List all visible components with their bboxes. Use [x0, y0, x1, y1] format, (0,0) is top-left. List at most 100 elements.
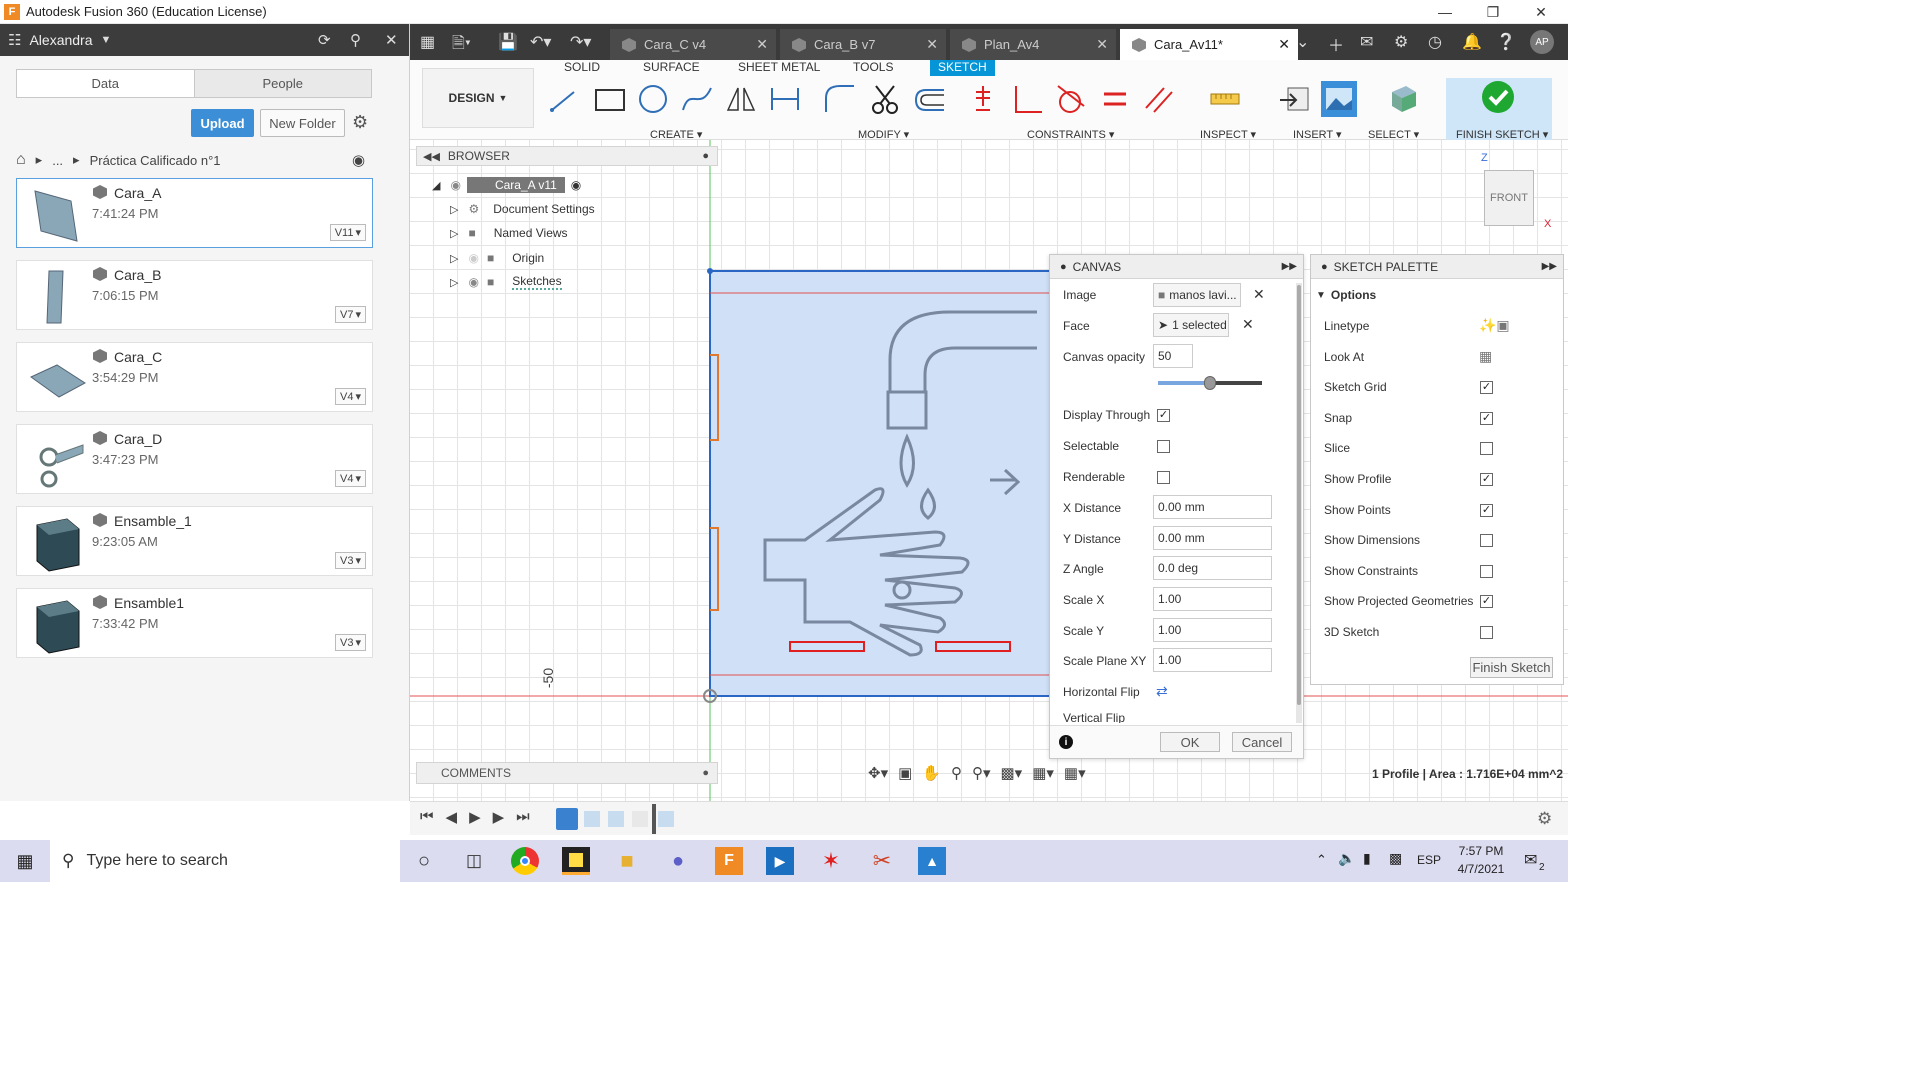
tab-sketch[interactable]: SKETCH	[930, 60, 995, 76]
dialog-scrollbar[interactable]	[1296, 283, 1302, 723]
version-badge[interactable]: V7 ▾	[335, 306, 366, 323]
expand-palette-icon[interactable]: ▶▶	[1542, 261, 1557, 272]
settings-gear-icon[interactable]: ⚙	[352, 112, 368, 133]
select-icon[interactable]	[1386, 82, 1420, 116]
palette-option-checkbox[interactable]	[1480, 534, 1493, 548]
volume-icon[interactable]: 🔈	[1338, 850, 1355, 867]
fit-icon[interactable]: ⚲▾	[972, 764, 991, 784]
comments-panel[interactable]: COMMENTS ●	[416, 762, 718, 784]
palette-option-checkbox[interactable]: ✓	[1480, 503, 1493, 517]
refresh-icon[interactable]: ⟳	[318, 31, 331, 49]
x-distance-input[interactable]: 0.00 mm	[1153, 495, 1272, 519]
palette-option-checkbox[interactable]	[1480, 442, 1493, 456]
tab-people[interactable]: People	[194, 70, 371, 97]
zoom-icon[interactable]: ⚲	[951, 764, 962, 784]
add-comment-icon[interactable]: ●	[702, 767, 709, 779]
action-center-icon[interactable]: ✉	[1524, 850, 1537, 870]
search-icon[interactable]: ⚲	[350, 31, 361, 49]
browser-item[interactable]: ▷ ■ Named Views	[450, 223, 568, 243]
fillet-tool-icon[interactable]	[822, 82, 856, 116]
timeline-feature[interactable]	[632, 811, 648, 827]
spline-tool-icon[interactable]	[680, 82, 714, 116]
parallel-constraint-icon[interactable]	[1142, 82, 1176, 116]
breadcrumb-ellipsis[interactable]: ...	[52, 153, 63, 168]
clear-face-icon[interactable]: ✕	[1242, 316, 1254, 333]
trim-scissors-icon[interactable]	[868, 82, 902, 116]
version-badge[interactable]: V4 ▾	[335, 470, 366, 487]
play-icon[interactable]: ▶	[469, 808, 481, 826]
file-card[interactable]: Cara_C 3:54:29 PM V4 ▾	[16, 342, 373, 412]
timeline-feature[interactable]	[608, 811, 624, 827]
display-settings-icon[interactable]: ▩▾	[1001, 764, 1023, 784]
pan-icon[interactable]: ✋	[922, 764, 941, 784]
horizontal-flip-icon[interactable]: ⇄	[1156, 683, 1168, 700]
linetype-icon[interactable]: ✨▣	[1479, 317, 1510, 334]
tab-cara-a[interactable]: Cara_Av11* ✕	[1120, 29, 1298, 60]
opacity-input[interactable]: 50	[1153, 344, 1193, 368]
viewports-icon[interactable]: ▦▾	[1064, 764, 1086, 784]
comments-icon[interactable]: ✉	[1360, 32, 1373, 52]
minimize-button[interactable]: —	[1422, 0, 1468, 24]
visibility-eye-icon[interactable]: ◉	[468, 275, 478, 289]
selectable-checkbox[interactable]	[1157, 440, 1170, 453]
version-badge[interactable]: V3 ▾	[335, 634, 366, 651]
activate-icon[interactable]: ◉	[571, 178, 581, 192]
info-icon[interactable]: i	[1059, 735, 1073, 749]
finish-sketch-button[interactable]: Finish Sketch	[1470, 657, 1553, 678]
browser-item[interactable]: ▷ ◉ ■ Origin	[450, 248, 544, 268]
photos-icon[interactable]: ▲	[918, 847, 946, 875]
globe-icon[interactable]: ◉	[352, 151, 365, 169]
taskbar-search[interactable]: ⚲ Type here to search	[50, 840, 400, 882]
palette-option-checkbox[interactable]: ✓	[1480, 381, 1493, 395]
file-card[interactable]: Cara_B 7:06:15 PM V7 ▾	[16, 260, 373, 330]
app-grid-icon[interactable]: ▦	[420, 32, 435, 52]
expand-icon[interactable]: ▷	[450, 276, 458, 289]
job-status-icon[interactable]: ◷	[1428, 32, 1442, 52]
step-back-icon[interactable]: ◀	[446, 808, 458, 826]
palette-collapse-icon[interactable]: ●	[1321, 261, 1328, 273]
file-card[interactable]: Cara_D 3:47:23 PM V4 ▾	[16, 424, 373, 494]
look-at-icon[interactable]: ▣	[898, 764, 912, 784]
opacity-slider[interactable]	[1158, 376, 1262, 390]
z-angle-input[interactable]: 0.0 deg	[1153, 556, 1272, 580]
palette-option-checkbox[interactable]: ✓	[1480, 411, 1493, 425]
tab-solid[interactable]: SOLID	[564, 60, 600, 76]
file-card[interactable]: Ensamble1 7:33:42 PM V3 ▾	[16, 588, 373, 658]
close-tab-icon[interactable]: ✕	[1278, 36, 1290, 53]
tab-plan-a[interactable]: Plan_Av4 ✕	[950, 29, 1116, 60]
tab-overflow-icon[interactable]: ⌄	[1296, 32, 1309, 52]
grid-settings-icon[interactable]: ▦▾	[1032, 764, 1054, 784]
expand-icon[interactable]: ▷	[450, 252, 458, 265]
team-icon[interactable]: ☷	[8, 31, 21, 49]
save-icon[interactable]: 💾	[498, 32, 518, 52]
fix-constraint-icon[interactable]	[966, 82, 1000, 116]
chrome-icon[interactable]	[511, 847, 539, 875]
browser-item[interactable]: ▷ ⚙ Document Settings	[450, 199, 595, 219]
user-name[interactable]: Alexandra	[29, 32, 92, 48]
palette-option-checkbox[interactable]	[1480, 626, 1493, 639]
tab-tools[interactable]: TOOLS	[853, 60, 893, 76]
skip-end-icon[interactable]: ⏭	[516, 808, 530, 826]
dialog-collapse-icon[interactable]: ●	[1060, 261, 1067, 273]
file-explorer-icon[interactable]: ■	[613, 847, 641, 875]
restore-button[interactable]: ❐	[1470, 0, 1516, 24]
display-through-checkbox[interactable]: ✓	[1157, 409, 1170, 422]
view-cube[interactable]: FRONT	[1484, 170, 1534, 226]
ok-button[interactable]: OK	[1160, 732, 1220, 752]
renderable-checkbox[interactable]	[1157, 471, 1170, 484]
skip-start-icon[interactable]: ⏮	[420, 808, 434, 826]
scale-plane-input[interactable]: 1.00	[1153, 648, 1272, 672]
version-badge[interactable]: V11 ▾	[329, 224, 366, 241]
chevron-down-icon[interactable]: ▼	[101, 34, 112, 46]
perpendicular-constraint-icon[interactable]	[1010, 82, 1044, 116]
line-tool-icon[interactable]	[548, 82, 582, 116]
close-tab-icon[interactable]: ✕	[1096, 36, 1108, 53]
timeline-feature[interactable]	[658, 811, 674, 827]
step-forward-icon[interactable]: ▶	[493, 808, 505, 826]
browser-item[interactable]: ▷ ◉ ■ Sketches	[450, 272, 562, 292]
tab-cara-b[interactable]: Cara_B v7 ✕	[780, 29, 946, 60]
mirror-tool-icon[interactable]	[724, 82, 758, 116]
insert-derive-icon[interactable]	[1278, 82, 1312, 116]
dimension-label[interactable]: -50	[540, 668, 556, 688]
autodesk-app-icon[interactable]: ✶	[817, 847, 845, 875]
